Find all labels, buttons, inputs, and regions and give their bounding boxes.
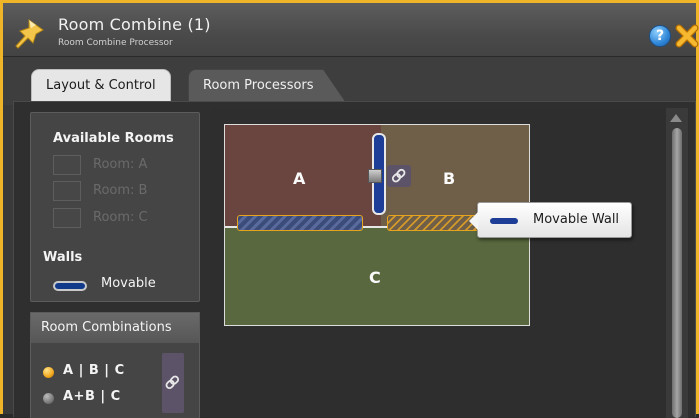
radio-selected[interactable] (43, 367, 54, 378)
room-swatch (53, 155, 81, 175)
combination-label: A | B | C (63, 363, 125, 378)
room-label: Room: C (93, 210, 148, 225)
room-combine-window: Room Combine (1) Room Combine Processor … (0, 0, 699, 418)
combination-label: A+B | C (63, 389, 121, 404)
movable-wall-swatch (490, 218, 518, 224)
help-icon[interactable]: ? (649, 25, 671, 47)
room-c-zone[interactable]: C (225, 228, 529, 325)
tab-layout-control[interactable]: Layout & Control (31, 69, 171, 101)
room-a-zone[interactable]: A (225, 125, 381, 228)
room-c-label: C (369, 268, 381, 287)
close-icon[interactable] (675, 24, 699, 48)
vertical-scrollbar[interactable] (666, 108, 688, 418)
window-title: Room Combine (1) (58, 15, 211, 34)
movable-wall-ac[interactable] (237, 215, 363, 231)
movable-wall-tooltip: Movable Wall (469, 202, 632, 238)
room-combinations-heading: Room Combinations (31, 313, 199, 343)
room-layout-canvas: A B C Movable Wall (210, 108, 666, 418)
movable-wall-label: Movable (101, 276, 156, 291)
pushpin-icon (15, 19, 44, 49)
wall-drag-handle[interactable] (368, 169, 382, 183)
room-swatch (53, 208, 81, 228)
title-bar[interactable]: Room Combine (1) Room Combine Processor … (3, 3, 699, 57)
room-swatch (53, 181, 81, 201)
available-rooms-heading: Available Rooms (53, 131, 174, 146)
walls-heading: Walls (43, 250, 83, 265)
room-label: Room: A (93, 157, 148, 172)
legend-panel: Available Rooms Room: A Room: B Room: C … (30, 112, 200, 302)
tab-room-processors[interactable]: Room Processors (188, 69, 345, 101)
tab-content: Available Rooms Room: A Room: B Room: C … (13, 101, 696, 418)
movable-wall-swatch (53, 281, 87, 291)
combination-link-toggle[interactable] (162, 353, 184, 413)
radio-unselected[interactable] (43, 393, 54, 404)
room-b-label: B (443, 169, 456, 188)
wall-link-toggle[interactable] (387, 165, 411, 187)
room-label: Room: B (93, 183, 148, 198)
link-icon (391, 168, 406, 183)
scroll-up-arrow[interactable] (670, 114, 682, 122)
room-combinations-panel: Room Combinations A | B | C A+B | C (30, 312, 200, 418)
tab-strip: Layout & Control Room Processors (3, 57, 696, 105)
room-a-label: A (293, 169, 306, 188)
tooltip-label: Movable Wall (533, 212, 620, 227)
link-icon (165, 375, 180, 390)
tooltip-arrow (469, 212, 478, 230)
scroll-thumb[interactable] (672, 128, 682, 418)
window-subtitle: Room Combine Processor (58, 38, 173, 48)
